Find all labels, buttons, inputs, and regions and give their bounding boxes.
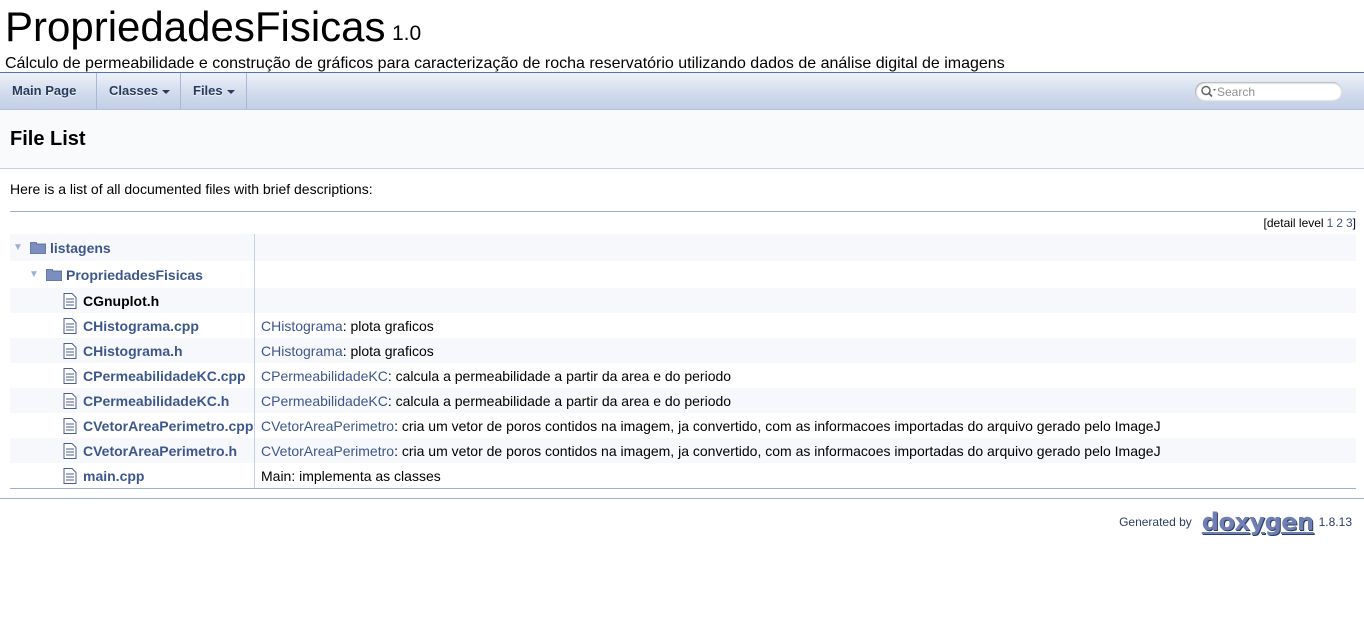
nav-classes[interactable]: Classes — [97, 73, 181, 109]
table-row: CVetorAreaPerimetro.cpp CVetorAreaPerime… — [10, 413, 1356, 438]
table-row: CPermeabilidadeKC.h CPermeabilidadeKC: c… — [10, 388, 1356, 413]
file-link[interactable]: CPermeabilidadeKC.h — [83, 393, 229, 409]
column-separator — [254, 438, 255, 463]
project-number: 1.0 — [392, 22, 422, 45]
detail-level-1[interactable]: 1 — [1327, 216, 1334, 230]
project-brief: Cálculo de permeabilidade e construção d… — [5, 55, 1005, 72]
detail-level-selector: [detail level 1 2 3] — [1264, 216, 1356, 230]
file-icon — [63, 417, 77, 434]
column-separator — [254, 363, 255, 388]
expand-arrow-icon[interactable]: ▼ — [26, 269, 42, 280]
dir-link-listagens[interactable]: listagens — [50, 240, 111, 256]
file-icon — [63, 292, 77, 309]
file-link[interactable]: CHistograma.cpp — [83, 318, 199, 334]
file-description: : cria um vetor de poros contidos na ima… — [394, 417, 1161, 434]
class-link[interactable]: CPermeabilidadeKC — [261, 368, 388, 384]
column-separator — [254, 413, 255, 438]
class-link[interactable]: CHistograma — [261, 318, 343, 334]
footer-divider — [0, 498, 1364, 499]
file-description: : calcula a permeabilidade a partir da a… — [387, 367, 732, 384]
column-separator — [254, 261, 255, 288]
chevron-down-icon — [226, 89, 235, 94]
detail-level-2[interactable]: 2 — [1336, 216, 1343, 230]
table-row: CGnuplot.h — [10, 288, 1356, 313]
doxygen-version: 1.8.13 — [1318, 515, 1352, 529]
table-row: CHistograma.cpp CHistograma: plota grafi… — [10, 313, 1356, 338]
divider — [10, 211, 1356, 212]
class-link[interactable]: CPermeabilidadeKC — [261, 393, 388, 409]
file-description: Main: implementa as classes — [261, 467, 441, 484]
file-link[interactable]: CPermeabilidadeKC.cpp — [83, 368, 246, 384]
file-link[interactable]: CVetorAreaPerimetro.cpp — [83, 418, 253, 434]
main-navbar: Main Page Classes Files — [0, 73, 1364, 110]
file-description: : plota graficos — [342, 342, 434, 359]
divider — [10, 488, 1356, 489]
search-box — [1195, 82, 1342, 101]
table-row: ▼ PropriedadesFisicas — [10, 261, 1356, 288]
file-description: : cria um vetor de poros contidos na ima… — [394, 442, 1161, 459]
expand-arrow-icon[interactable]: ▼ — [10, 242, 26, 253]
intro-text: Here is a list of all documented files w… — [10, 181, 373, 197]
file-list-table: ▼ listagens ▼ PropriedadesFisicas CGnupl… — [10, 234, 1356, 488]
nav-files[interactable]: Files — [181, 73, 247, 109]
folder-icon — [30, 241, 46, 254]
file-link[interactable]: CHistograma.h — [83, 343, 183, 359]
title-area: PropriedadesFisicas 1.0 Cálculo de perme… — [0, 0, 1364, 73]
nav-files-label: Files — [193, 83, 223, 98]
class-link[interactable]: CHistograma — [261, 343, 343, 359]
page-title: File List — [10, 128, 86, 150]
file-icon — [63, 317, 77, 334]
file-icon — [63, 342, 77, 359]
generated-by-text: Generated by — [1119, 515, 1192, 529]
page-header: File List — [0, 110, 1364, 169]
nav-classes-label: Classes — [109, 83, 159, 98]
column-separator — [254, 388, 255, 413]
file-description: : calcula a permeabilidade a partir da a… — [387, 392, 732, 409]
class-link[interactable]: CVetorAreaPerimetro — [261, 418, 394, 434]
nav-main-page[interactable]: Main Page — [0, 73, 97, 109]
file-icon — [63, 467, 77, 484]
folder-icon — [46, 268, 62, 281]
column-separator — [254, 463, 255, 488]
nav-main-page-label: Main Page — [12, 83, 77, 98]
dir-link-propriedadesfisicas[interactable]: PropriedadesFisicas — [66, 267, 203, 283]
file-icon — [63, 392, 77, 409]
table-row: CHistograma.h CHistograma: plota grafico… — [10, 338, 1356, 363]
detail-level-suffix: ] — [1352, 216, 1356, 230]
file-link[interactable]: main.cpp — [83, 468, 144, 484]
column-separator — [254, 288, 255, 313]
detail-level-prefix: [detail level — [1263, 216, 1324, 230]
search-input[interactable] — [1217, 84, 1335, 99]
table-row: CVetorAreaPerimetro.h CVetorAreaPerimetr… — [10, 438, 1356, 463]
table-row: ▼ listagens — [10, 234, 1356, 261]
chevron-down-icon — [162, 89, 171, 94]
table-row: main.cpp Main: implementa as classes — [10, 463, 1356, 488]
search-icon[interactable] — [1199, 85, 1217, 98]
detail-level-3[interactable]: 3 — [1346, 216, 1353, 230]
file-description: : plota graficos — [342, 317, 434, 334]
project-name: PropriedadesFisicas — [5, 3, 386, 50]
column-separator — [254, 338, 255, 363]
column-separator — [254, 234, 255, 261]
doxygen-logo[interactable]: doxygen — [1202, 508, 1314, 536]
column-separator — [254, 313, 255, 338]
file-icon — [63, 367, 77, 384]
file-name: CGnuplot.h — [83, 292, 160, 309]
class-link[interactable]: CVetorAreaPerimetro — [261, 443, 394, 459]
file-icon — [63, 442, 77, 459]
table-row: CPermeabilidadeKC.cpp CPermeabilidadeKC:… — [10, 363, 1356, 388]
footer: Generated by doxygen 1.8.13 — [1119, 508, 1352, 536]
file-link[interactable]: CVetorAreaPerimetro.h — [83, 443, 237, 459]
